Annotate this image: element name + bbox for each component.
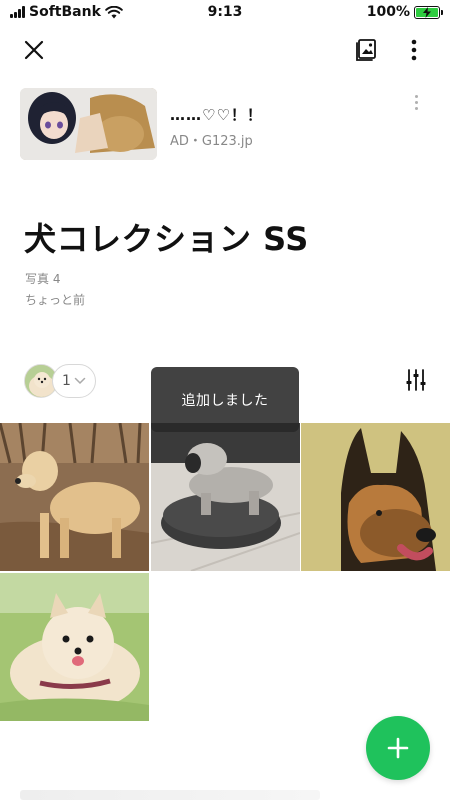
plus-icon [387, 737, 409, 759]
battery-percent: 100% [366, 4, 410, 20]
photo-german-shepherd[interactable] [301, 423, 450, 571]
add-photo-button[interactable] [366, 716, 430, 780]
vertical-ellipsis-icon [411, 39, 417, 61]
sliders-icon [406, 369, 426, 391]
ad-thumbnail[interactable] [20, 88, 157, 160]
ad-subtitle: AD・G123.jp [170, 134, 253, 149]
album-title: 犬コレクション SS [24, 220, 309, 258]
photo-pomeranian[interactable] [0, 573, 149, 721]
member-count-pill[interactable]: 1 [52, 364, 96, 398]
status-bar: SoftBank 9:13 100% [0, 0, 450, 26]
battery-level [416, 6, 438, 18]
filter-button[interactable] [404, 368, 432, 396]
set-cover-button[interactable] [348, 32, 384, 68]
photo-aibo-robot-dog[interactable] [151, 423, 300, 571]
chevron-down-icon [74, 377, 86, 385]
ad-more-button[interactable] [408, 92, 424, 112]
close-button[interactable] [16, 32, 52, 68]
next-item-peek [20, 790, 320, 800]
photo-golden-retriever[interactable] [0, 423, 149, 571]
ad-banner[interactable]: ……♡♡！！ AD・G123.jp [20, 88, 430, 160]
ad-title: ……♡♡！！ [170, 106, 263, 124]
status-left: SoftBank [10, 4, 123, 20]
member-count: 1 [62, 373, 71, 389]
image-frame-icon [356, 39, 376, 61]
top-bar [0, 30, 450, 74]
battery-icon [414, 5, 443, 19]
wifi-icon [105, 5, 123, 18]
photo-count: 写真 4 [25, 272, 61, 286]
carrier-label: SoftBank [29, 4, 101, 20]
signal-icon [10, 6, 25, 18]
updated-time: ちょっと前 [25, 293, 86, 307]
toast-message: 追加しました [151, 367, 299, 432]
close-icon [24, 40, 44, 60]
more-options-button[interactable] [396, 32, 432, 68]
status-right: 100% [366, 4, 443, 20]
